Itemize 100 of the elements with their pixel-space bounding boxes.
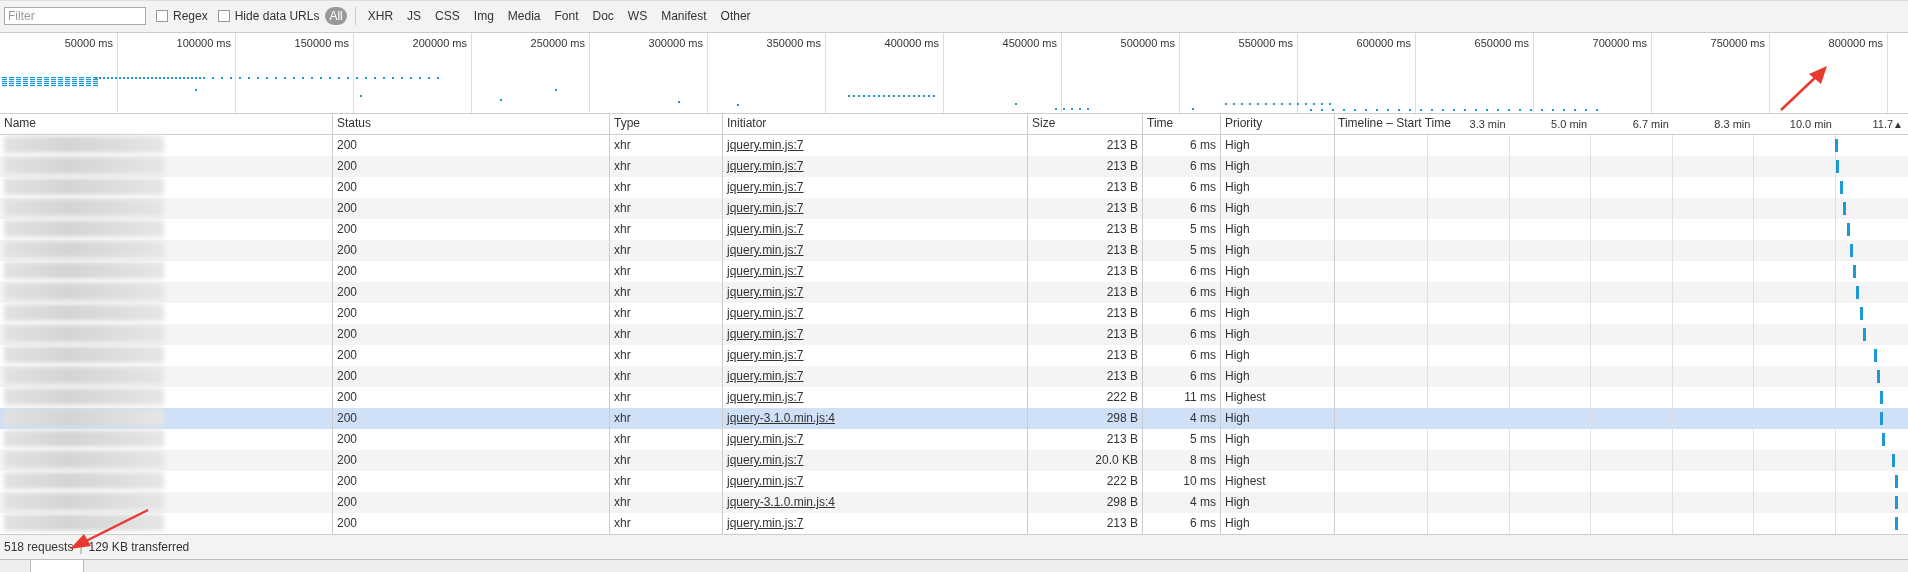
time-cell: 4 ms: [1190, 495, 1216, 510]
drawer-tab[interactable]: [30, 560, 84, 572]
type-cell: xhr: [614, 390, 631, 405]
time-cell: 5 ms: [1190, 432, 1216, 447]
type-cell: xhr: [614, 432, 631, 447]
request-row[interactable]: 200 xhr jquery.min.js:7 20.0 KB 8 ms High: [0, 450, 1908, 472]
tick-label: 100000 ms: [176, 36, 231, 50]
size-cell: 213 B: [1106, 306, 1138, 321]
tick-label: 450000 ms: [1002, 36, 1057, 50]
request-row[interactable]: 200 xhr jquery.min.js:7 213 B 6 ms High: [0, 156, 1908, 178]
transferred-size: 129 KB transferred: [88, 540, 190, 555]
tick-label: 50000 ms: [64, 36, 113, 50]
column-header[interactable]: Status: [333, 114, 610, 135]
initiator-link[interactable]: jquery.min.js:7: [727, 159, 804, 174]
initiator-link[interactable]: jquery.min.js:7: [727, 474, 804, 489]
checkbox[interactable]: [217, 10, 230, 23]
size-cell: 213 B: [1106, 348, 1138, 363]
type-filter-button[interactable]: Media: [503, 7, 545, 26]
size-cell: 222 B: [1106, 474, 1138, 489]
filter-field[interactable]: Filter: [4, 7, 146, 26]
request-row[interactable]: 200 xhr jquery.min.js:7 213 B 6 ms High: [0, 366, 1908, 388]
type-cell: xhr: [614, 411, 631, 426]
request-row[interactable]: 200 xhr jquery-3.1.0.min.js:4 298 B 4 ms High: [0, 492, 1908, 514]
initiator-link[interactable]: jquery.min.js:7: [727, 201, 804, 216]
tick-label: 550000 ms: [1238, 36, 1293, 50]
time-cell: 4 ms: [1190, 411, 1216, 426]
time-cell: 11 ms: [1184, 390, 1216, 405]
priority-cell: High: [1225, 495, 1250, 510]
request-row[interactable]: 200 xhr jquery.min.js:7 213 B 5 ms High: [0, 240, 1908, 262]
initiator-link[interactable]: jquery.min.js:7: [727, 327, 804, 342]
initiator-link[interactable]: jquery.min.js:7: [727, 264, 804, 279]
priority-cell: High: [1225, 306, 1250, 321]
request-row[interactable]: 200 xhr jquery.min.js:7 213 B 6 ms High: [0, 282, 1908, 304]
tick-label: 650000 ms: [1474, 36, 1529, 50]
type-cell: xhr: [614, 285, 631, 300]
column-header[interactable]: Type: [610, 114, 723, 135]
type-filter-button[interactable]: JS: [403, 7, 426, 26]
initiator-link[interactable]: jquery.min.js:7: [727, 390, 804, 405]
initiator-link[interactable]: jquery.min.js:7: [727, 516, 804, 531]
option-label: Regex: [173, 9, 208, 24]
status-cell: 200: [337, 453, 358, 468]
size-cell: 222 B: [1106, 390, 1138, 405]
priority-cell: High: [1225, 222, 1250, 237]
priority-cell: High: [1225, 432, 1250, 447]
request-row[interactable]: 200 xhr jquery-3.1.0.min.js:4 298 B 4 ms High: [0, 408, 1908, 430]
type-filter-button[interactable]: Manifest: [657, 7, 711, 26]
column-header[interactable]: Name: [0, 114, 333, 135]
column-header[interactable]: Size: [1028, 114, 1143, 135]
size-cell: 213 B: [1106, 243, 1138, 258]
checkbox[interactable]: [156, 10, 168, 23]
type-filter-button[interactable]: Font: [550, 7, 583, 26]
size-cell: 20.0 KB: [1095, 453, 1138, 468]
type-cell: xhr: [614, 327, 631, 342]
type-cell: xhr: [614, 264, 631, 279]
priority-cell: Highest: [1225, 474, 1266, 489]
type-filter-button[interactable]: WS: [623, 7, 652, 26]
type-filter-button[interactable]: Doc: [588, 7, 618, 26]
priority-cell: High: [1225, 285, 1250, 300]
priority-cell: High: [1225, 201, 1250, 216]
tick-label: 750000 ms: [1710, 36, 1765, 50]
status-cell: 200: [337, 264, 358, 279]
type-filter-button[interactable]: Img: [469, 7, 498, 26]
initiator-link[interactable]: jquery.min.js:7: [727, 369, 804, 384]
tick-label: 600000 ms: [1356, 36, 1411, 50]
time-cell: 6 ms: [1190, 159, 1216, 174]
priority-cell: High: [1225, 180, 1250, 195]
type-cell: xhr: [614, 495, 631, 510]
column-header[interactable]: Initiator: [723, 114, 1028, 135]
option-label: Hide data URLs: [234, 9, 320, 24]
request-row[interactable]: 200 xhr jquery.min.js:7 213 B 6 ms High: [0, 198, 1908, 220]
type-cell: xhr: [614, 306, 631, 321]
type-cell: xhr: [614, 474, 631, 489]
column-header[interactable]: Time: [1143, 114, 1221, 135]
size-cell: 213 B: [1106, 369, 1138, 384]
column-header[interactable]: Timeline – Start Time: [1338, 116, 1451, 131]
initiator-link[interactable]: jquery.min.js:7: [727, 138, 804, 153]
initiator-link[interactable]: jquery.min.js:7: [727, 180, 804, 195]
priority-cell: High: [1225, 138, 1250, 153]
status-cell: 200: [337, 201, 358, 216]
request-row[interactable]: 200 xhr jquery.min.js:7 213 B 6 ms High: [0, 324, 1908, 346]
initiator-link[interactable]: jquery.min.js:7: [727, 348, 804, 363]
status-cell: 200: [337, 306, 358, 321]
type-filter-button[interactable]: Other: [716, 7, 755, 26]
initiator-link[interactable]: jquery.min.js:7: [727, 222, 804, 237]
sort-icon[interactable]: ▲: [1893, 119, 1903, 131]
type-filter-button[interactable]: CSS: [431, 7, 464, 26]
initiator-link[interactable]: jquery.min.js:7: [727, 243, 804, 258]
initiator-link[interactable]: jquery.min.js:7: [727, 453, 804, 468]
initiator-link[interactable]: jquery.min.js:7: [727, 306, 804, 321]
status-cell: 200: [337, 432, 358, 447]
initiator-link[interactable]: jquery-3.1.0.min.js:4: [727, 411, 836, 426]
tick-label: 200000 ms: [412, 36, 467, 50]
status-cell: 200: [337, 138, 358, 153]
initiator-link[interactable]: jquery.min.js:7: [727, 432, 804, 447]
time-cell: 6 ms: [1190, 285, 1216, 300]
initiator-link[interactable]: jquery-3.1.0.min.js:4: [727, 495, 836, 510]
type-filter-button[interactable]: XHR: [363, 7, 398, 26]
column-header[interactable]: Priority: [1221, 114, 1335, 135]
initiator-link[interactable]: jquery.min.js:7: [727, 285, 804, 300]
status-cell: 200: [337, 369, 358, 384]
